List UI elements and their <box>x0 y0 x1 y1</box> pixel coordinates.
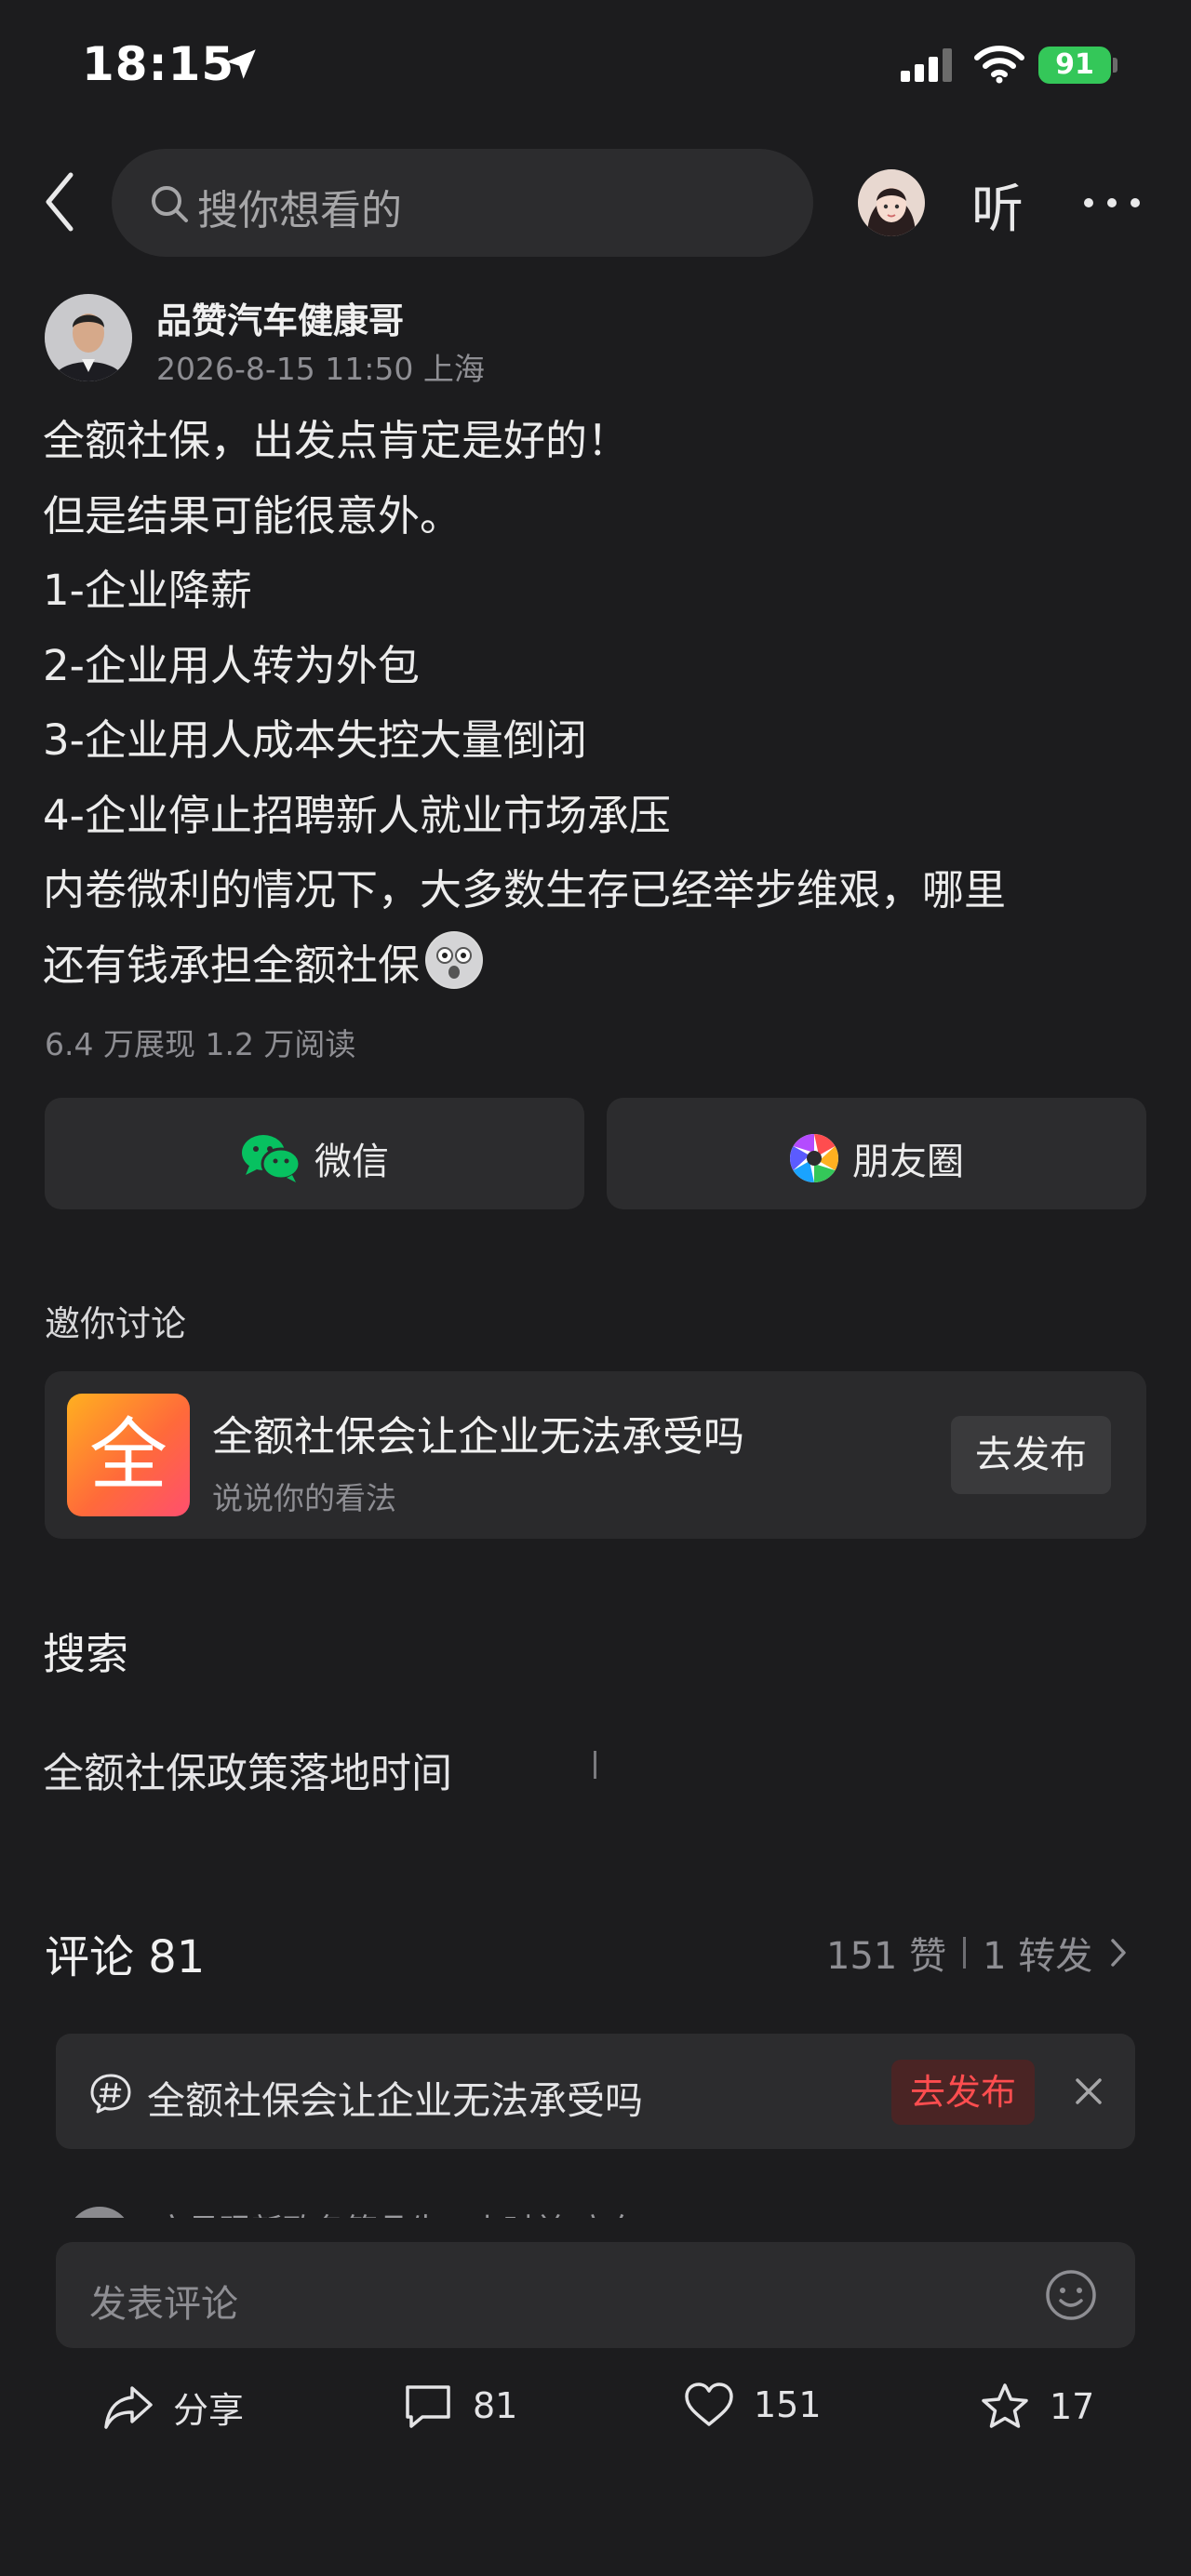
post-line: 4-企业停止招聘新人就业市场承压 <box>43 790 671 840</box>
search-section-title: 搜索 <box>43 1629 128 1679</box>
favorite-count: 17 <box>1050 2386 1095 2427</box>
chevron-right-icon <box>1111 1939 1126 1967</box>
shocked-face-emoji-icon <box>425 930 484 989</box>
author-name[interactable]: 品赞汽车健康哥 <box>156 292 404 343</box>
post-line-last: 还有钱承担全额社保 <box>43 928 1159 1004</box>
post-stats: 6.4 万展现 1.2 万阅读 <box>45 1026 356 1062</box>
status-time: 18:15 <box>82 37 235 91</box>
location-arrow-icon <box>226 49 256 79</box>
more-options-icon[interactable] <box>1083 197 1141 208</box>
wifi-icon <box>974 46 1024 84</box>
post-line: 全额社保，出发点肯定是好的！ <box>43 416 630 465</box>
post-line: 2-企业用人转为外包 <box>43 640 420 690</box>
post-meta: 2026-8-15 11:50 上海 <box>156 351 485 387</box>
listen-button[interactable]: 听 <box>971 167 1024 243</box>
invite-section-title: 邀你讨论 <box>45 1303 187 1344</box>
author-avatar[interactable] <box>45 294 132 381</box>
post-line: 但是结果可能很意外。 <box>43 490 462 541</box>
comment-topic-text: 全额社保会让企业无法承受吗 <box>147 2078 643 2123</box>
back-chevron-icon[interactable] <box>41 169 78 234</box>
post-line: 3-企业用人成本失控大量倒闭 <box>43 715 587 765</box>
commenter-avatar <box>67 2207 132 2218</box>
comment-bubble-icon <box>406 2385 450 2428</box>
share-wechat-label: 微信 <box>314 1141 389 1183</box>
share-moments-button[interactable]: 朋友圈 <box>607 1098 1146 1209</box>
bottom-action-bar: 分享 81 151 17 <box>0 2382 1191 2449</box>
share-moments-label: 朋友圈 <box>852 1141 964 1183</box>
wechat-icon <box>242 1135 301 1182</box>
heart-icon <box>685 2382 733 2426</box>
comment-placeholder: 发表评论 <box>89 2283 238 2326</box>
hashtag-bubble-icon <box>90 2074 131 2114</box>
divider <box>963 1937 967 1969</box>
user-avatar[interactable] <box>858 169 925 236</box>
comments-title: 评论 81 <box>45 1931 206 1983</box>
engagement-summary[interactable]: 151 赞 1 转发 <box>826 1926 1128 1980</box>
avatar-illustration-icon <box>858 169 925 236</box>
topic-subtitle: 说说你的看法 <box>212 1480 396 1516</box>
moments-aperture-icon <box>790 1134 838 1182</box>
cellular-signal-icon <box>901 48 952 82</box>
star-icon <box>982 2383 1028 2428</box>
like-count: 151 <box>754 2384 822 2425</box>
emoji-smile-icon[interactable] <box>1044 2268 1098 2322</box>
search-icon <box>152 186 188 222</box>
search-input[interactable]: 搜你想看的 <box>112 149 813 257</box>
reposts-summary: 1 转发 <box>983 1935 1093 1978</box>
like-action[interactable]: 151 <box>683 2382 822 2428</box>
search-suggestion-link[interactable]: 全额社保政策落地时间 <box>43 1740 452 1799</box>
search-placeholder: 搜你想看的 <box>197 187 402 234</box>
topic-publish-button[interactable]: 去发布 <box>891 2060 1035 2125</box>
go-publish-button[interactable]: 去发布 <box>951 1416 1111 1494</box>
share-action[interactable]: 分享 <box>102 2382 244 2433</box>
post-line: 内卷微利的情况下，大多数生存已经举步维艰，哪里 <box>43 865 1007 914</box>
discussion-topic-card[interactable]: 全 全额社保会让企业无法承受吗 说说你的看法 去发布 <box>45 1371 1146 1539</box>
close-icon[interactable] <box>1072 2075 1105 2108</box>
commenter-meta: 空见现新政各策品牛 1小时前 广东 <box>156 2205 639 2218</box>
share-arrow-icon <box>104 2385 153 2429</box>
favorite-action[interactable]: 17 <box>979 2382 1094 2432</box>
battery-indicator: 91 <box>1038 47 1111 84</box>
share-action-label: 分享 <box>173 2390 245 2431</box>
post-line: 1-企业降薪 <box>43 566 252 615</box>
status-bar: 18:15 91 <box>0 0 1191 130</box>
comment-topic-bar[interactable]: 全额社保会让企业无法承受吗 去发布 <box>56 2034 1135 2149</box>
share-wechat-button[interactable]: 微信 <box>45 1098 584 1209</box>
author-photo-icon <box>45 294 132 381</box>
topic-badge-icon: 全 <box>67 1394 190 1516</box>
comment-action[interactable]: 81 <box>402 2382 517 2430</box>
comment-input[interactable]: 发表评论 <box>56 2242 1135 2348</box>
comment-count: 81 <box>473 2385 518 2426</box>
likes-summary: 151 赞 <box>826 1935 947 1978</box>
divider <box>594 1751 596 1779</box>
battery-tip <box>1113 58 1117 73</box>
topic-title: 全额社保会让企业无法承受吗 <box>212 1413 744 1461</box>
post-content: 全额社保，出发点肯定是好的！ 但是结果可能很意外。 1-企业降薪 2-企业用人转… <box>43 404 1159 1003</box>
comment-item-partial[interactable]: 空见现新政各策品牛 1小时前 广东 <box>56 2203 1135 2218</box>
